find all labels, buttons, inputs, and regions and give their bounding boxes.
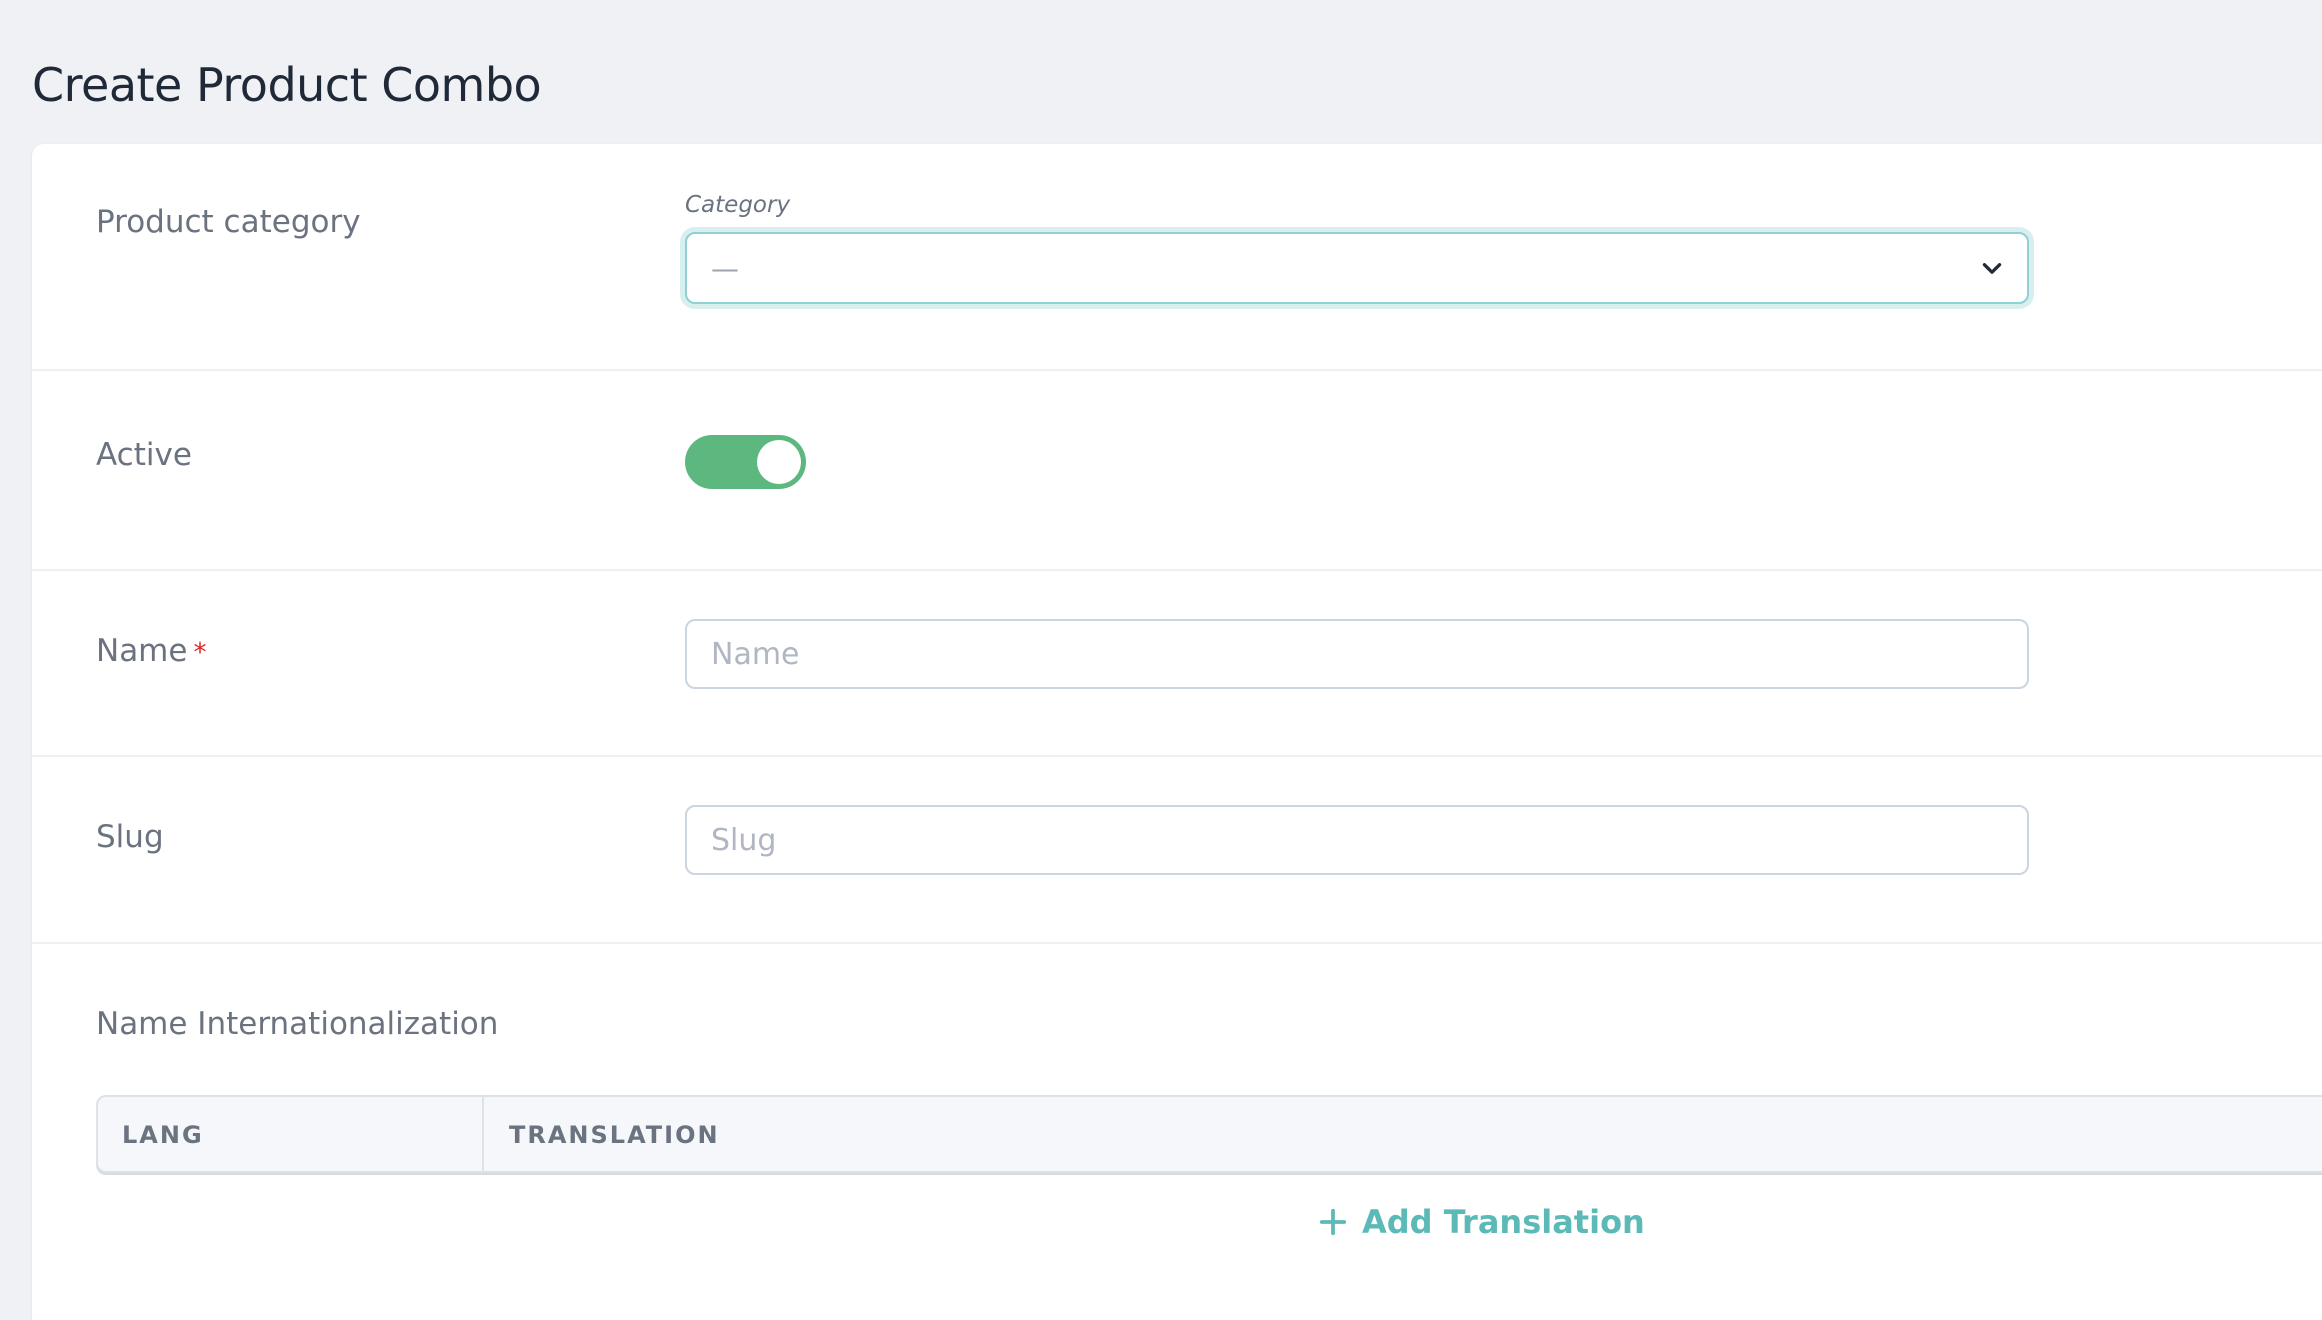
- slug-label: Slug: [96, 819, 164, 855]
- toggle-knob: [757, 440, 801, 484]
- plus-icon: [1319, 1208, 1347, 1236]
- name-label-text: Name: [96, 633, 188, 669]
- category-row: Product category Category —: [32, 144, 2322, 371]
- category-label: Product category: [96, 204, 361, 240]
- name-label: Name *: [96, 633, 206, 669]
- name-i18n-label: Name Internationalization: [96, 1006, 499, 1042]
- category-select[interactable]: —: [685, 232, 2029, 304]
- active-label: Active: [96, 437, 192, 473]
- add-translation-label: Add Translation: [1362, 1203, 1645, 1241]
- page-title: Create Product Combo: [32, 58, 542, 112]
- column-header-lang: LANG: [122, 1121, 204, 1149]
- active-row: Active: [32, 371, 2322, 571]
- column-header-translation: TRANSLATION: [509, 1121, 720, 1149]
- slug-input[interactable]: [685, 805, 2029, 875]
- active-toggle[interactable]: [685, 435, 806, 489]
- translation-table-header: LANG TRANSLATION: [96, 1095, 2322, 1173]
- chevron-down-icon: [1982, 263, 2002, 274]
- category-caption: Category: [685, 192, 791, 218]
- column-divider: [482, 1097, 484, 1173]
- name-input-field[interactable]: [685, 619, 2029, 689]
- category-select-value: —: [711, 252, 739, 285]
- add-translation-button[interactable]: Add Translation: [1318, 1203, 1645, 1241]
- required-asterisk: *: [193, 638, 207, 668]
